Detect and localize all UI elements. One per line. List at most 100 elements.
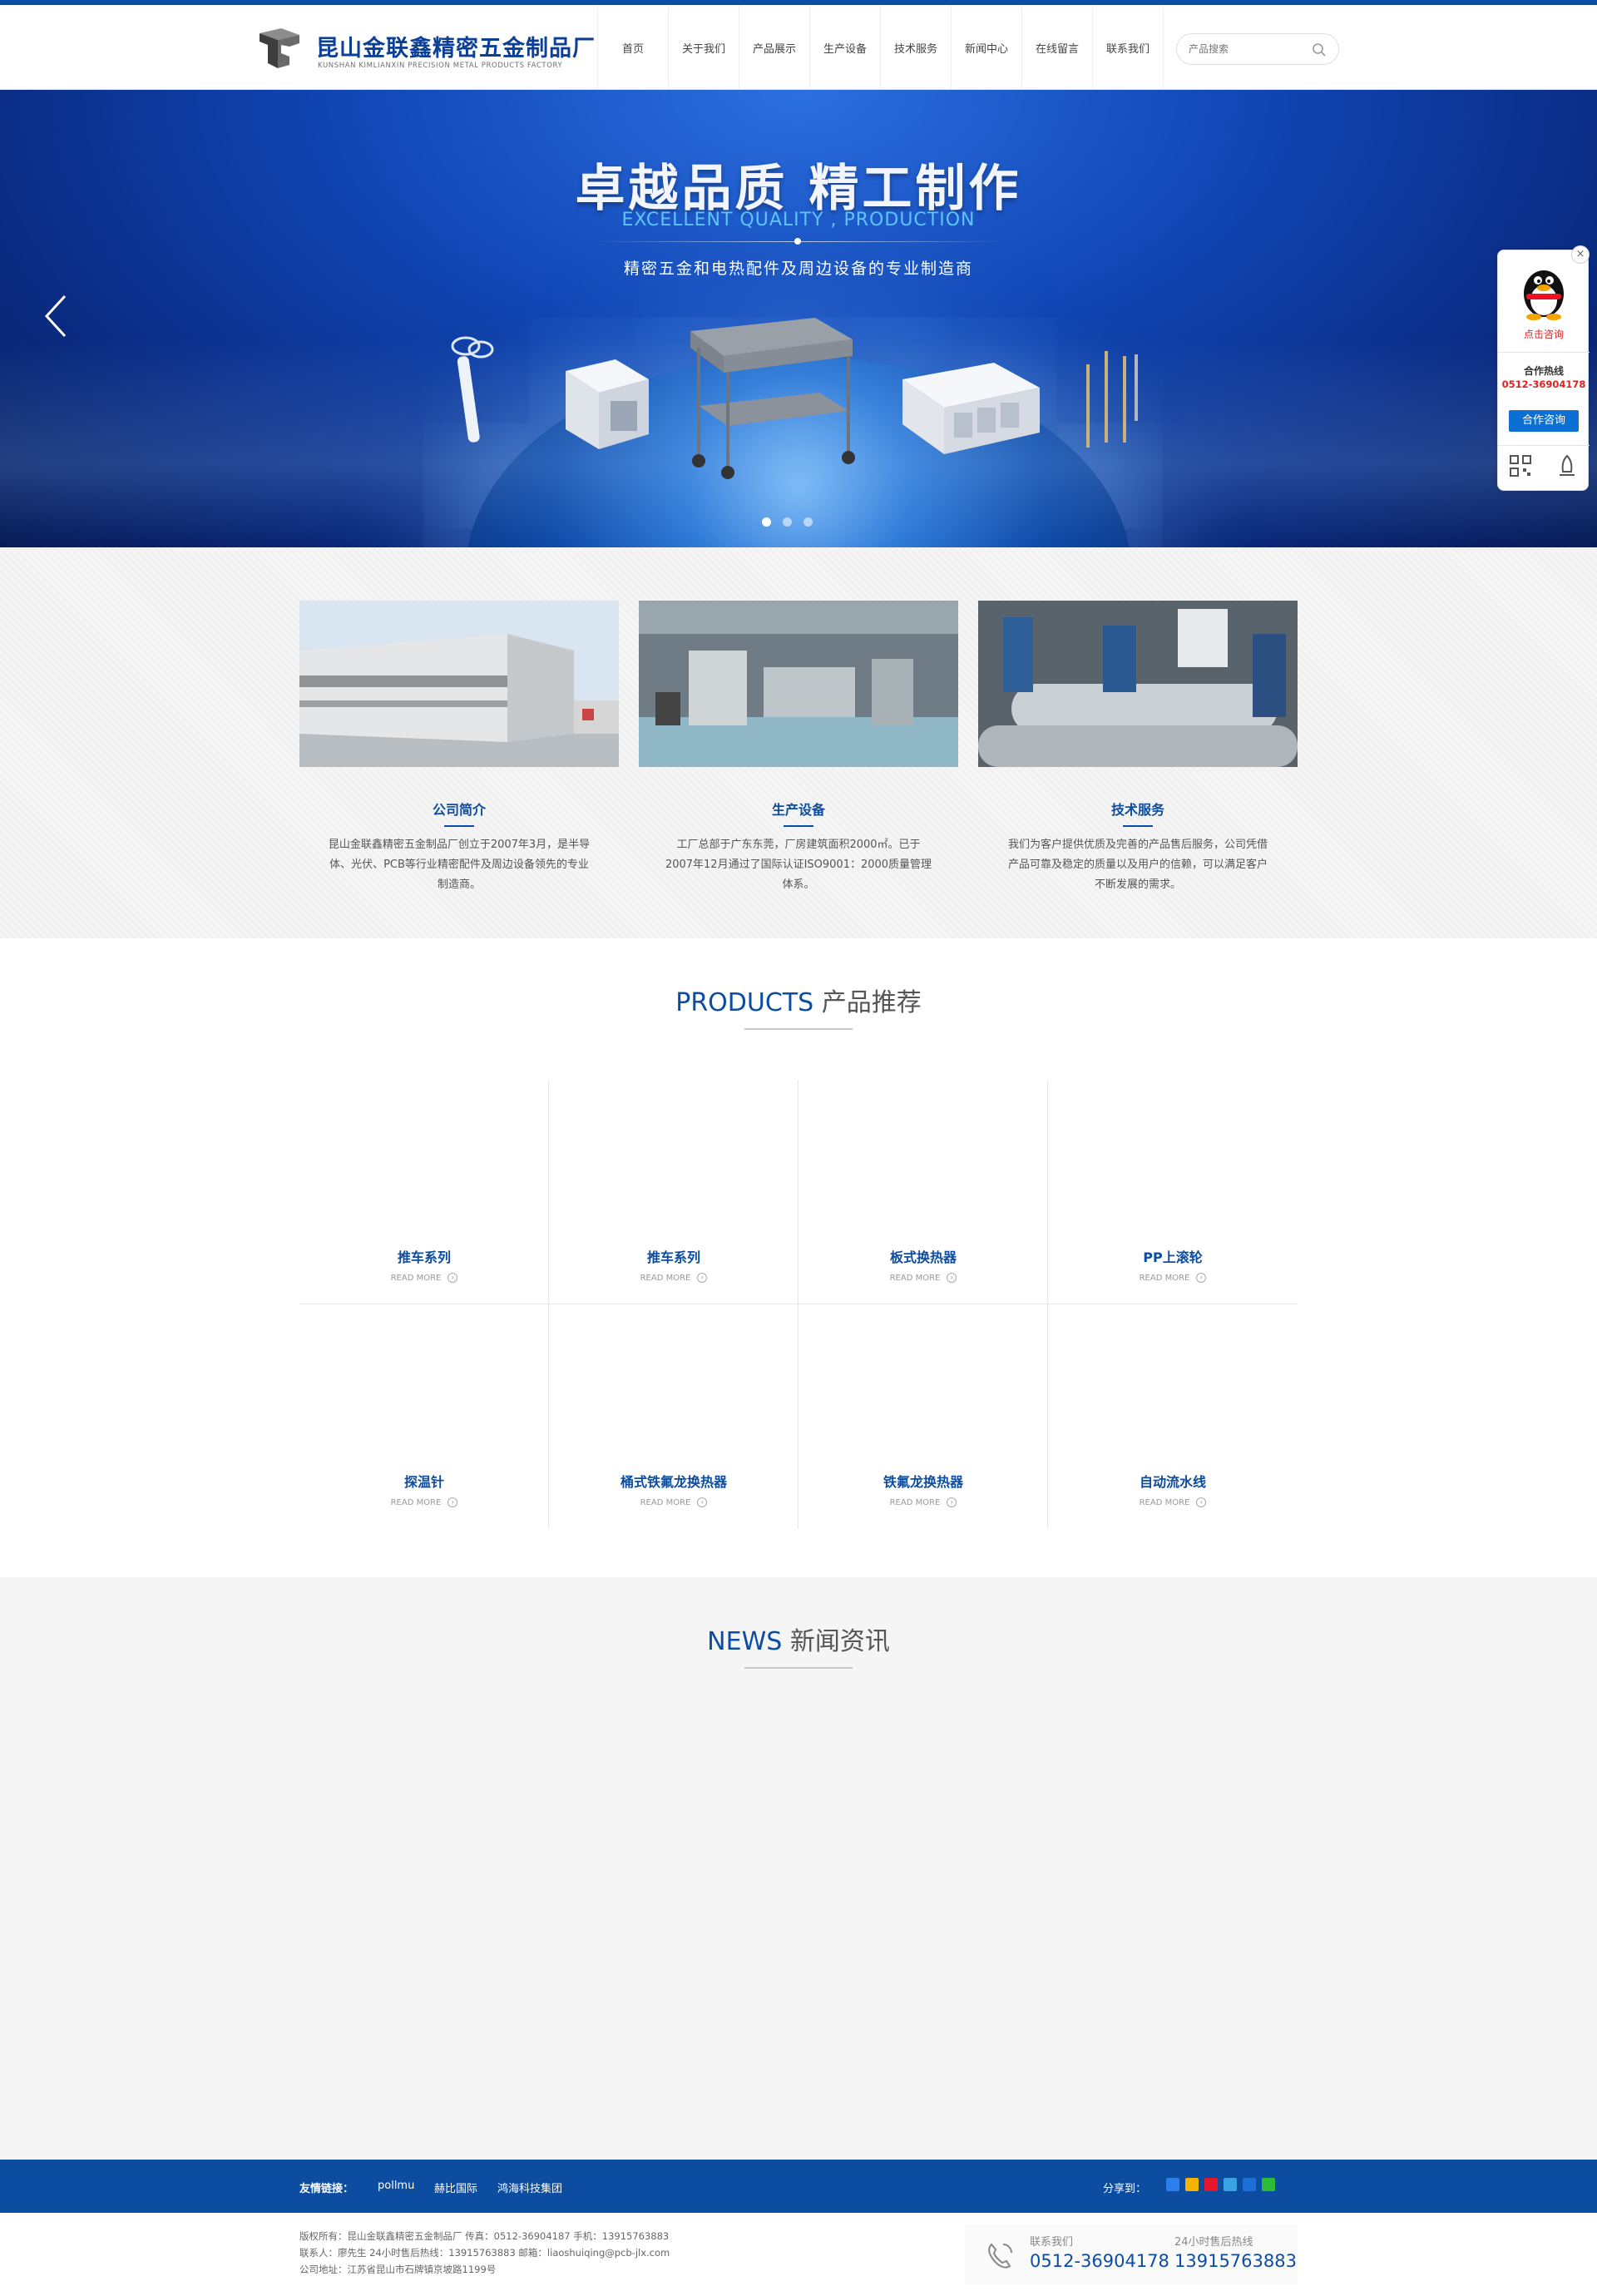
search-input[interactable] — [1189, 41, 1305, 57]
read-more-link[interactable]: READ MORE › — [299, 1497, 549, 1507]
product-card[interactable]: 铁氟龙换热器 READ MORE › — [798, 1304, 1048, 1529]
footer-contact-box: 联系我们 0512-36904178 24小时售后热线 13915763883 — [965, 2224, 1298, 2284]
product-card[interactable]: 板式换热器 READ MORE › — [798, 1080, 1048, 1304]
chevron-right-icon: › — [697, 1497, 708, 1507]
read-more-link[interactable]: READ MORE › — [798, 1273, 1048, 1283]
product-name: 铁氟龙换热器 — [883, 1474, 963, 1490]
logo-subtitle: KUNSHAN KIMLIANXIN PRECISION METAL PRODU… — [318, 62, 563, 70]
pins-product-image — [1086, 351, 1138, 448]
chevron-right-icon: › — [447, 1273, 458, 1283]
hotline-number: 13915763883 — [1174, 2251, 1297, 2271]
read-more-label: READ MORE — [889, 1498, 941, 1507]
read-more-link[interactable]: READ MORE › — [299, 1273, 549, 1283]
intro-title-service: 技术服务 — [1110, 802, 1164, 818]
banner-dot-3[interactable] — [803, 517, 813, 527]
bracket-product-image — [566, 359, 649, 449]
product-card[interactable]: PP上滚轮 READ MORE › — [1048, 1080, 1298, 1304]
read-more-link[interactable]: READ MORE › — [549, 1273, 798, 1283]
product-card[interactable]: 自动流水线 READ MORE › — [1048, 1304, 1298, 1529]
product-grid: 推车系列 READ MORE › 推车系列 READ MORE › 板式换热器 RE… — [299, 1080, 1298, 1529]
read-more-link[interactable]: READ MORE › — [798, 1497, 1048, 1507]
share-icons — [1166, 2178, 1275, 2191]
chevron-left-icon[interactable] — [43, 293, 68, 339]
widget-divider — [1498, 352, 1590, 353]
product-card[interactable]: 推车系列 READ MORE › — [549, 1080, 798, 1304]
logo-mark-icon — [260, 28, 299, 68]
share-qzone-icon[interactable] — [1185, 2178, 1199, 2191]
products-title-underline — [744, 1028, 853, 1030]
rack-product-image — [902, 363, 1040, 454]
banner-dot-1[interactable] — [762, 517, 771, 527]
share-plus-icon[interactable] — [1166, 2178, 1179, 2191]
product-name: PP上滚轮 — [1143, 1249, 1203, 1265]
nav-equipment[interactable]: 生产设备 — [810, 5, 881, 90]
qr-code-icon[interactable] — [1508, 453, 1533, 478]
cart-product-image — [690, 318, 855, 479]
nav-about[interactable]: 关于我们 — [669, 5, 739, 90]
friend-link-honhai[interactable]: 鸿海科技集团 — [497, 2180, 562, 2195]
product-name: 推车系列 — [646, 1249, 700, 1265]
friend-link-hebi[interactable]: 赫比国际 — [434, 2180, 477, 2195]
nav-products[interactable]: 产品展示 — [739, 5, 810, 90]
back-to-top-icon[interactable] — [1555, 453, 1580, 478]
banner-pagination — [762, 517, 813, 527]
logo-title: 昆山金联鑫精密五金制品厂 — [316, 36, 596, 62]
nav-news[interactable]: 新闻中心 — [952, 5, 1022, 90]
read-more-label: READ MORE — [640, 1498, 691, 1507]
products-title-en: PRODUCTS — [675, 988, 814, 1017]
news-section-title: NEWS 新闻资讯 — [0, 1621, 1597, 1657]
product-name: 自动流水线 — [1139, 1474, 1206, 1490]
read-more-label: READ MORE — [889, 1274, 941, 1283]
read-more-label: READ MORE — [640, 1274, 691, 1283]
intro-title-equipment: 生产设备 — [771, 802, 825, 818]
qq-penguin-icon[interactable] — [1518, 260, 1570, 320]
product-name: 板式换热器 — [889, 1249, 957, 1265]
intro-text-service: 我们为客户提供优质及完善的产品售后服务，公司凭借产品可靠及稳定的质量以及用户的信… — [1007, 839, 1268, 891]
product-card[interactable]: 推车系列 READ MORE › — [299, 1080, 549, 1304]
nav-contact[interactable]: 联系我们 — [1093, 5, 1164, 90]
share-wechat-icon[interactable] — [1262, 2178, 1275, 2191]
contact-number: 0512-36904178 — [1030, 2251, 1169, 2271]
banner-dot-2[interactable] — [783, 517, 792, 527]
chevron-right-icon: › — [947, 1497, 957, 1507]
product-name: 推车系列 — [397, 1249, 451, 1265]
intro-title-company: 公司简介 — [432, 802, 486, 818]
footer-info: 版权所有：昆山金联鑫精密五金制品厂 传真：0512-36904187 手机：13… — [299, 2228, 670, 2278]
intro-card-company[interactable]: 公司简介 昆山金联鑫精密五金制品厂创立于2007年3月，是半导体、光伏、PCB等… — [299, 601, 619, 895]
intro-section: 公司简介 昆山金联鑫精密五金制品厂创立于2007年3月，是半导体、光伏、PCB等… — [0, 547, 1597, 938]
read-more-link[interactable]: READ MORE › — [549, 1497, 798, 1507]
qq-consult-label[interactable]: 点击咨询 — [1498, 327, 1590, 341]
friend-links-label: 友情链接： — [299, 2183, 354, 2195]
phone-icon — [988, 2243, 1012, 2269]
product-card[interactable]: 桶式铁氟龙换热器 READ MORE › — [549, 1304, 798, 1529]
share-renren-icon[interactable] — [1243, 2178, 1256, 2191]
nav-home[interactable]: 首页 — [598, 5, 669, 90]
hotline-label: 24小时售后热线 — [1174, 2236, 1253, 2249]
close-icon[interactable]: × — [1571, 245, 1590, 264]
contact-label: 联系我们 — [1030, 2236, 1074, 2249]
footer-address: 公司地址：江苏省昆山市石牌镇京坡路1199号 — [299, 2264, 497, 2275]
friend-links-bar: 友情链接： pollmu 赫比国际 鸿海科技集团 分享到： — [0, 2160, 1597, 2213]
read-more-link[interactable]: READ MORE › — [1048, 1497, 1298, 1507]
intro-card-equipment[interactable]: 生产设备 工厂总部于广东东莞，厂房建筑面积2000㎡。已于2007年12月通过了… — [639, 601, 958, 895]
logo[interactable]: 昆山金联鑫精密五金制品厂 KUNSHAN KIMLIANXIN PRECISIO… — [256, 25, 595, 75]
products-title-cn: 产品推荐 — [821, 988, 922, 1017]
intro-title-underline — [1123, 825, 1153, 827]
read-more-link[interactable]: READ MORE › — [1048, 1273, 1298, 1283]
search-box — [1176, 33, 1339, 65]
friend-link-pollmu[interactable]: pollmu — [378, 2180, 414, 2192]
search-icon[interactable] — [1312, 42, 1327, 57]
nav-service[interactable]: 技术服务 — [881, 5, 952, 90]
intro-card-service[interactable]: 技术服务 我们为客户提供优质及完善的产品售后服务，公司凭借产品可靠及稳定的质量以… — [978, 601, 1298, 895]
read-more-label: READ MORE — [1139, 1274, 1190, 1283]
cooperation-consult-button[interactable]: 合作咨询 — [1509, 410, 1579, 432]
banner-subtitle-en: EXCELLENT QUALITY , PRODUCTION — [621, 210, 976, 230]
share-tencent-icon[interactable] — [1224, 2178, 1237, 2191]
site-footer: 版权所有：昆山金联鑫精密五金制品厂 传真：0512-36904187 手机：13… — [0, 2213, 1597, 2296]
workers-photo — [978, 601, 1298, 767]
read-more-label: READ MORE — [390, 1274, 442, 1283]
nav-message[interactable]: 在线留言 — [1022, 5, 1093, 90]
probe-product-image — [451, 336, 494, 443]
share-weibo-icon[interactable] — [1204, 2178, 1218, 2191]
product-card[interactable]: 探温针 READ MORE › — [299, 1304, 549, 1529]
